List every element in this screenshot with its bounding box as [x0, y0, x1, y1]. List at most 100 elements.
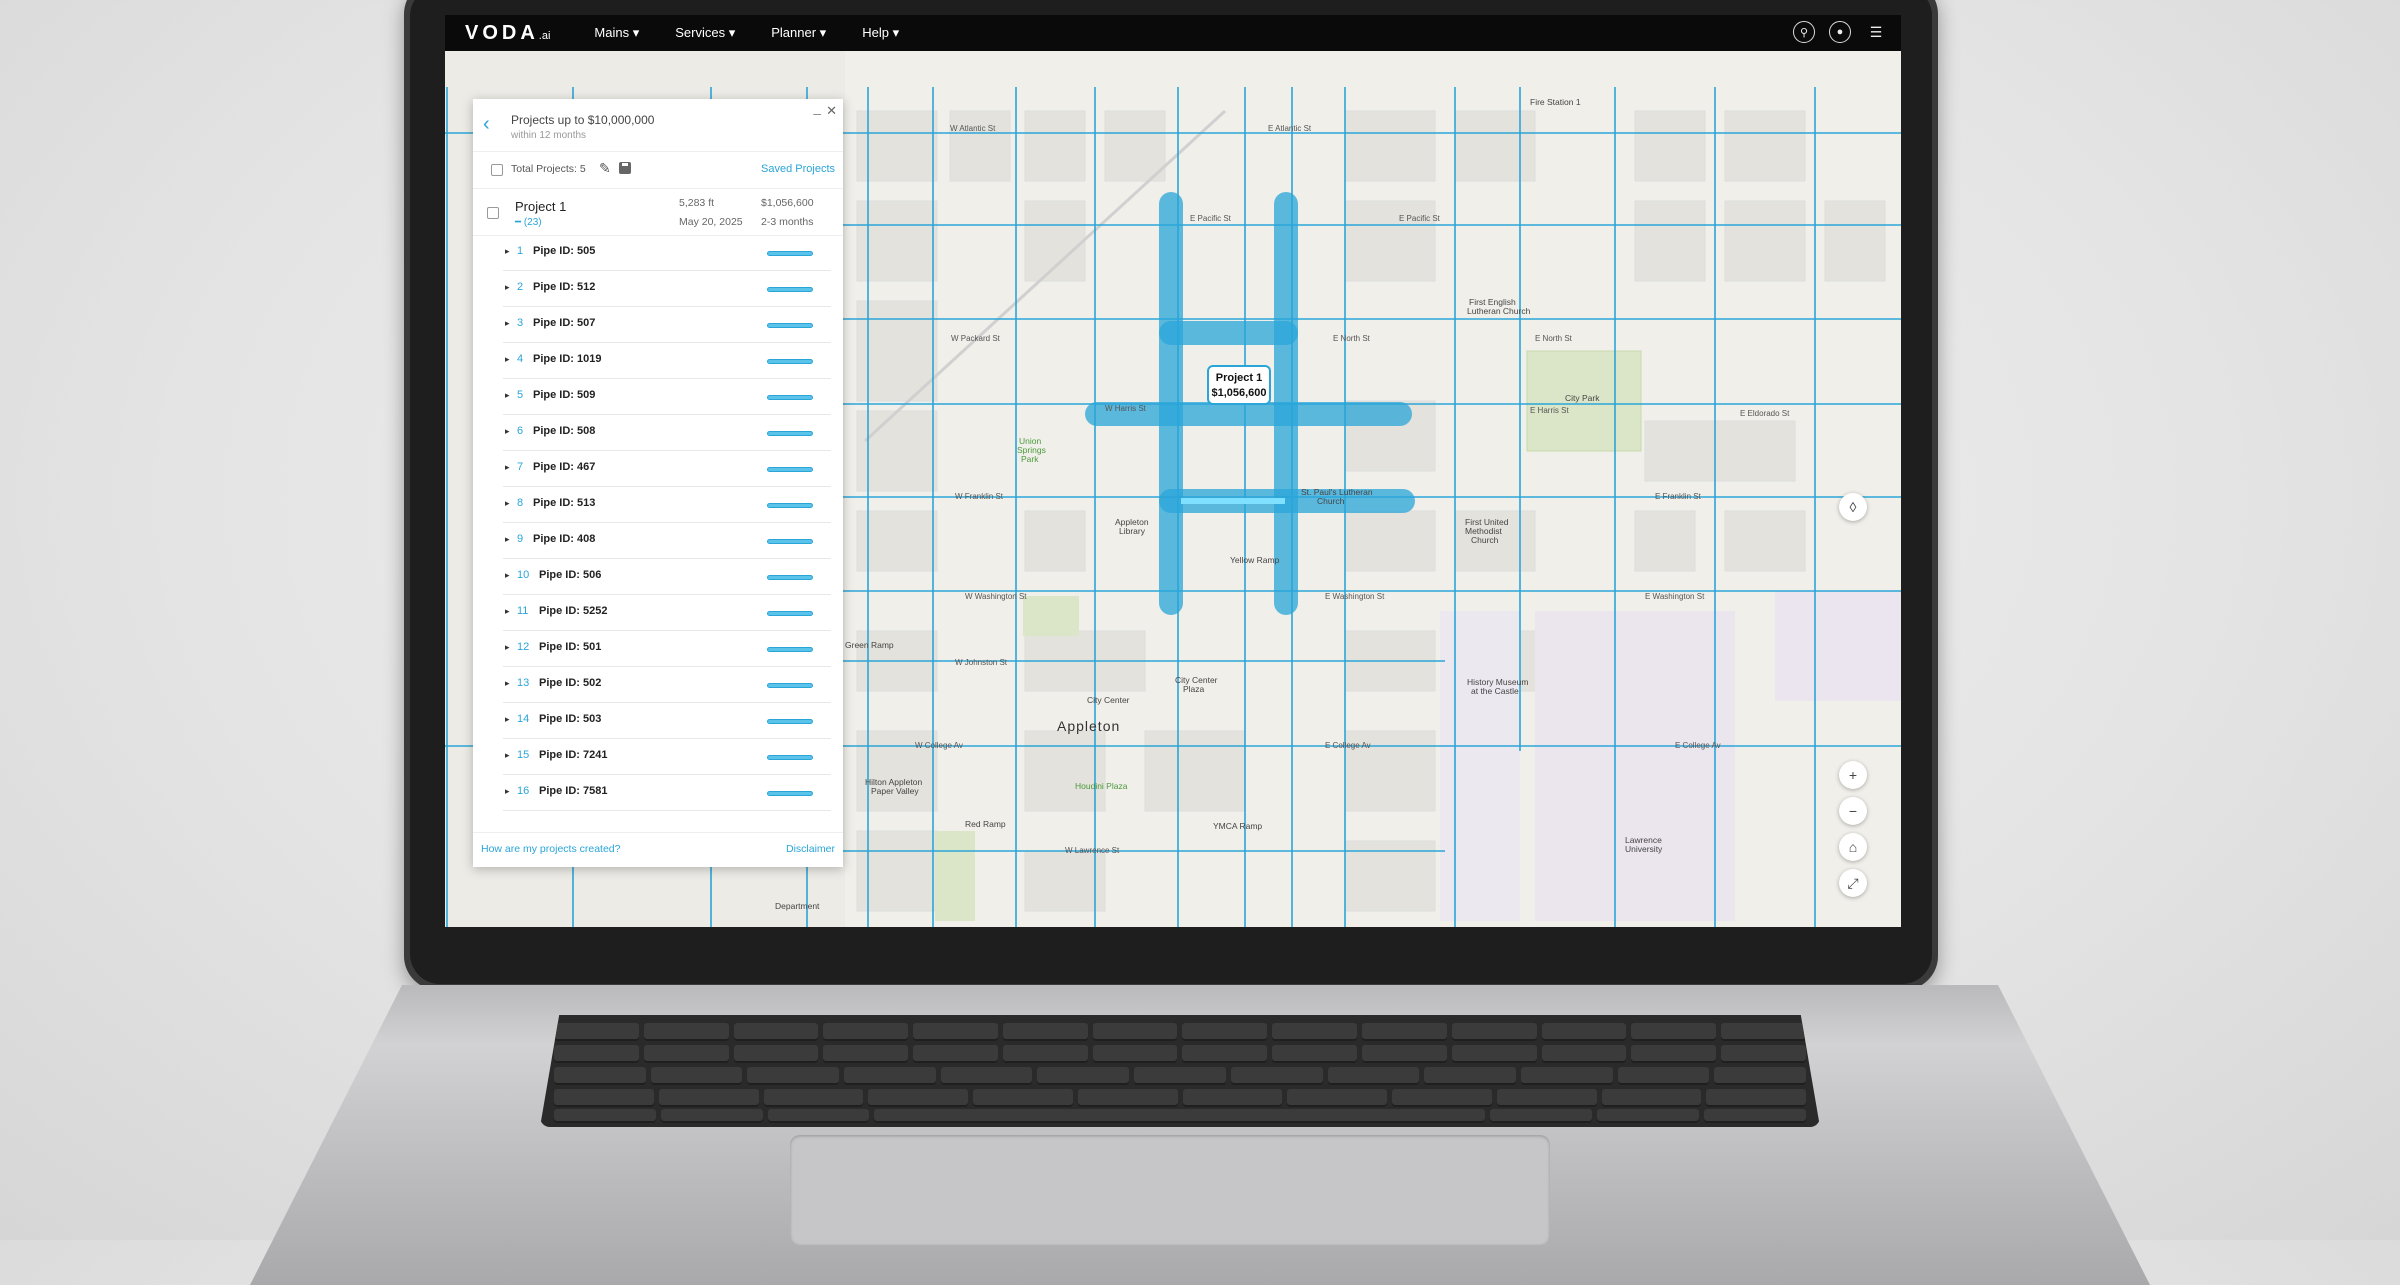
pipe-row[interactable]: ▸ 6 Pipe ID: 508: [503, 415, 831, 451]
caret-right-icon[interactable]: ▸: [505, 282, 510, 293]
pipe-label: Pipe ID: 502: [539, 677, 602, 689]
caret-right-icon[interactable]: ▸: [505, 354, 510, 365]
caret-right-icon[interactable]: ▸: [505, 714, 510, 725]
svg-text:E College Av: E College Av: [1675, 741, 1721, 750]
pencil-icon[interactable]: ✎: [599, 160, 611, 177]
pipe-row[interactable]: ▸ 12 Pipe ID: 501: [503, 631, 831, 667]
pipe-row[interactable]: ▸ 8 Pipe ID: 513: [503, 487, 831, 523]
menu-label: Services: [675, 25, 726, 40]
pipe-row[interactable]: ▸ 4 Pipe ID: 1019: [503, 343, 831, 379]
project-name: Project 1: [515, 199, 567, 214]
pipe-label: Pipe ID: 501: [539, 641, 602, 653]
save-icon[interactable]: [619, 162, 631, 174]
select-all-checkbox[interactable]: [491, 164, 503, 176]
list-icon[interactable]: ☰: [1865, 21, 1887, 43]
fullscreen-button[interactable]: ⤢: [1839, 869, 1867, 897]
projects-panel: ‹ Projects up to $10,000,000 within 12 m…: [473, 99, 843, 867]
close-icon[interactable]: ✕: [826, 103, 837, 119]
caret-right-icon[interactable]: ▸: [505, 318, 510, 329]
pipe-number: 11: [517, 605, 529, 617]
svg-text:E Pacific St: E Pacific St: [1190, 214, 1232, 223]
pipe-row[interactable]: ▸ 7 Pipe ID: 467: [503, 451, 831, 487]
pipe-row[interactable]: ▸ 16 Pipe ID: 7581: [503, 775, 831, 811]
pipe-bar: [767, 503, 813, 508]
home-button[interactable]: ⌂: [1839, 833, 1867, 861]
svg-text:E Franklin St: E Franklin St: [1655, 492, 1702, 501]
zoom-out-button[interactable]: −: [1839, 797, 1867, 825]
svg-text:University: University: [1625, 844, 1663, 854]
pipe-label: Pipe ID: 512: [533, 281, 596, 293]
pipe-row[interactable]: ▸ 3 Pipe ID: 507: [503, 307, 831, 343]
pipe-row[interactable]: ▸ 9 Pipe ID: 408: [503, 523, 831, 559]
pipe-row[interactable]: ▸ 2 Pipe ID: 512: [503, 271, 831, 307]
panel-title: Projects up to $10,000,000: [511, 113, 655, 127]
pipe-row[interactable]: ▸ 10 Pipe ID: 506: [503, 559, 831, 595]
disclaimer-link[interactable]: Disclaimer: [786, 843, 835, 855]
project-pipe-count[interactable]: ━ (23): [515, 217, 542, 228]
caret-right-icon[interactable]: ▸: [505, 426, 510, 437]
voda-logo[interactable]: VODA.ai: [465, 22, 550, 45]
project-row[interactable]: Project 1 ━ (23) 5,283 ft May 20, 2025 $…: [473, 189, 843, 236]
pipe-number: 12: [517, 641, 530, 653]
caret-right-icon[interactable]: ▸: [505, 786, 510, 797]
caret-right-icon[interactable]: ▸: [505, 534, 510, 545]
pipe-row[interactable]: ▸ 1 Pipe ID: 505: [503, 235, 831, 271]
menu-help[interactable]: Help ▾: [862, 25, 899, 41]
pipe-bar: [767, 287, 813, 292]
menu-mains[interactable]: Mains ▾: [594, 25, 639, 41]
pipe-number: 5: [517, 389, 524, 401]
caret-right-icon[interactable]: ▸: [505, 750, 510, 761]
caret-right-icon[interactable]: ▸: [505, 570, 510, 581]
pipe-number: 6: [517, 425, 524, 437]
caret-right-icon[interactable]: ▸: [505, 390, 510, 401]
panel-footer: How are my projects created? Disclaimer: [473, 832, 843, 867]
pipe-number: 1: [517, 245, 524, 257]
svg-text:W Packard St: W Packard St: [951, 334, 1001, 343]
menu-planner[interactable]: Planner ▾: [771, 25, 826, 41]
search-icon[interactable]: ⚲: [1793, 21, 1815, 43]
project-cost: $1,056,600: [761, 197, 814, 209]
svg-text:Lutheran Church: Lutheran Church: [1467, 306, 1531, 316]
user-icon[interactable]: ●: [1829, 21, 1851, 43]
zoom-in-button[interactable]: +: [1839, 761, 1867, 789]
pipe-label: Pipe ID: 5252: [539, 605, 608, 617]
svg-text:E North St: E North St: [1333, 334, 1371, 343]
pipe-label: Pipe ID: 506: [539, 569, 602, 581]
project-checkbox[interactable]: [487, 207, 499, 219]
pipe-row[interactable]: ▸ 5 Pipe ID: 509: [503, 379, 831, 415]
svg-text:at the Castle: at the Castle: [1471, 686, 1519, 696]
locate-button[interactable]: ◊: [1839, 493, 1867, 521]
pipe-label: Pipe ID: 7241: [539, 749, 608, 761]
pipe-bar: [767, 251, 813, 256]
project-tooltip[interactable]: Project 1 $1,056,600: [1207, 365, 1271, 405]
svg-text:W Johnston St: W Johnston St: [955, 658, 1008, 667]
pipe-bar: [767, 323, 813, 328]
saved-projects-link[interactable]: Saved Projects: [761, 163, 835, 175]
pipe-label: Pipe ID: 1019: [533, 353, 602, 365]
minimize-icon[interactable]: –: [813, 105, 821, 121]
svg-text:E Atlantic St: E Atlantic St: [1268, 124, 1312, 133]
caret-right-icon[interactable]: ▸: [505, 606, 510, 617]
pipe-label: Pipe ID: 507: [533, 317, 596, 329]
project-date: May 20, 2025: [679, 216, 743, 228]
caret-right-icon[interactable]: ▸: [505, 246, 510, 257]
pipe-number: 3: [517, 317, 524, 329]
pipe-bar: [767, 431, 813, 436]
pipe-row[interactable]: ▸ 11 Pipe ID: 5252: [503, 595, 831, 631]
svg-text:W Lawrence St: W Lawrence St: [1065, 846, 1120, 855]
pipe-number: 2: [517, 281, 524, 293]
back-icon[interactable]: ‹: [483, 113, 490, 136]
how-projects-created-link[interactable]: How are my projects created?: [481, 843, 620, 855]
svg-text:E College Av: E College Av: [1325, 741, 1371, 750]
pipe-row[interactable]: ▸ 13 Pipe ID: 502: [503, 667, 831, 703]
caret-right-icon[interactable]: ▸: [505, 462, 510, 473]
caret-right-icon[interactable]: ▸: [505, 642, 510, 653]
panel-header: ‹ Projects up to $10,000,000 within 12 m…: [473, 99, 843, 152]
pipe-row[interactable]: ▸ 14 Pipe ID: 503: [503, 703, 831, 739]
project-length: 5,283 ft: [679, 197, 715, 209]
menu-services[interactable]: Services ▾: [675, 25, 735, 41]
pipe-row[interactable]: ▸ 15 Pipe ID: 7241: [503, 739, 831, 775]
caret-right-icon[interactable]: ▸: [505, 498, 510, 509]
tooltip-title: Project 1: [1215, 372, 1263, 384]
caret-right-icon[interactable]: ▸: [505, 678, 510, 689]
